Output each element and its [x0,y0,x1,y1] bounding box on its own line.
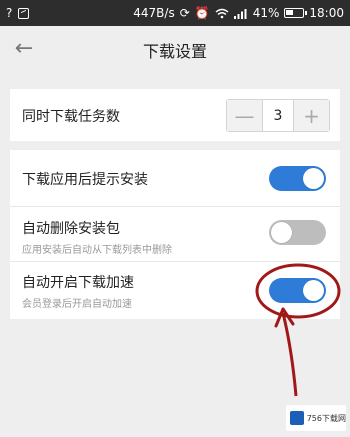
prompt-install-toggle[interactable] [269,166,326,191]
clock: 18:00 [309,6,344,20]
network-speed: 447B/s [133,6,175,20]
watermark-text: 756下载网 [306,413,346,423]
header: ← 下载设置 [0,26,350,74]
divider [10,206,340,207]
annotation-arrow-shaft [281,312,298,397]
sync-icon: ⟳ [179,6,190,20]
battery-percent: 41% [252,6,280,20]
decrement-button[interactable]: — [227,100,262,131]
install-settings-card: 下载应用后提示安装 自动删除安装包 应用安装后自动从下载列表中删除 自动开启下载… [10,150,340,319]
concurrent-tasks-value: 3 [262,100,294,131]
auto-delete-toggle[interactable] [269,220,326,245]
concurrent-tasks-stepper: — 3 + [226,99,330,132]
increment-button[interactable]: + [294,100,329,131]
back-arrow-icon[interactable]: ← [12,38,36,62]
page-title: 下载设置 [142,42,207,61]
status-bar: ? 447B/s ⟳ ⏰ 41% 18:00 [0,0,350,26]
watermark-logo-icon [290,411,304,425]
toggle-knob [303,280,324,301]
toggle-knob [271,222,292,243]
divider [10,261,340,262]
toggle-knob [303,168,324,189]
signal-icon [233,8,247,19]
concurrent-tasks-card: 同时下载任务数 — 3 + [10,89,340,141]
alarm-icon: ⏰ [194,6,210,20]
gallery-icon [18,7,30,19]
wifi-icon [215,8,229,18]
watermark: 756下载网 [286,405,346,431]
battery-icon [284,8,308,18]
question-icon: ? [6,6,13,20]
auto-accelerate-toggle[interactable] [269,278,326,303]
